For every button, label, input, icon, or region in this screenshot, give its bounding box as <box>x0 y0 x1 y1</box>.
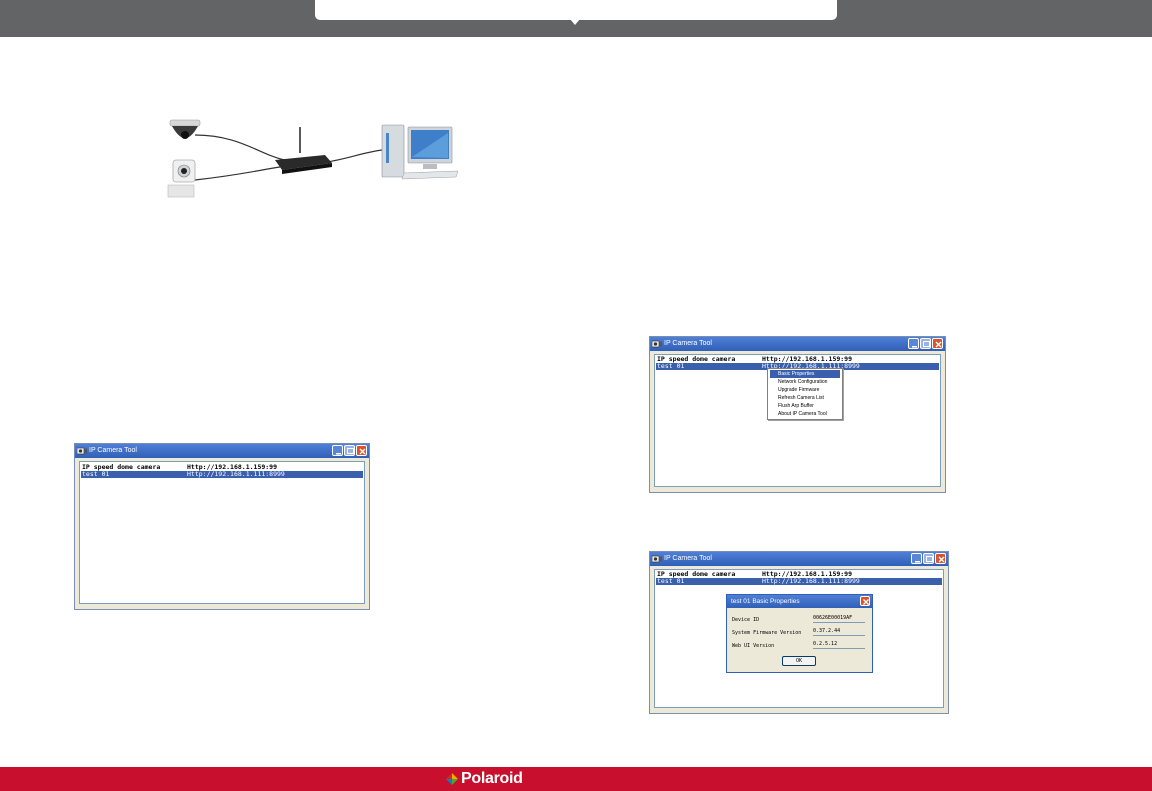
menu-item-network-configuration[interactable]: Network Configuration <box>770 378 840 386</box>
dialog-title: test 01 Basic Properties <box>727 595 872 608</box>
menu-item-flush-arp-buffer[interactable]: Flush Arp Buffer <box>770 402 840 410</box>
camera-row-selected[interactable]: test 01 Http://192.168.1.111:8999 <box>656 578 942 585</box>
webui-value: 0.2.5.12 <box>813 641 865 649</box>
ip-camera-tool-window-3: IP Camera Tool IP speed dome camera Http… <box>649 551 949 714</box>
camera-app-icon <box>77 447 87 455</box>
network-diagram <box>167 119 459 198</box>
minimize-icon[interactable] <box>332 445 343 456</box>
top-header-bar <box>0 0 1152 37</box>
context-menu: Basic Properties Network Configuration U… <box>767 368 843 420</box>
desktop-pc-icon <box>381 124 459 180</box>
brand-name: Polaroid <box>461 770 523 787</box>
close-icon[interactable] <box>932 338 943 349</box>
camera-app-icon <box>652 555 662 563</box>
window-titlebar: IP Camera Tool <box>75 444 369 458</box>
maximize-icon[interactable] <box>344 445 355 456</box>
camera-url: Http://192.168.1.111:8999 <box>187 470 285 478</box>
menu-item-refresh-camera-list[interactable]: Refresh Camera List <box>770 394 840 402</box>
device-id-value: 00626E00019AF <box>813 615 865 623</box>
close-icon[interactable] <box>356 445 367 456</box>
window-titlebar: IP Camera Tool <box>650 552 948 566</box>
bottom-brand-bar: Polaroid <box>0 767 1152 791</box>
window-title: IP Camera Tool <box>89 447 137 454</box>
camera-list: IP speed dome camera Http://192.168.1.15… <box>79 461 365 604</box>
device-id-label: Device ID <box>732 617 760 623</box>
camera-name: test 01 <box>657 577 685 585</box>
camera-row-selected[interactable]: test 01 Http://192.168.1.111:8999 <box>81 471 363 478</box>
cable-dome-to-router <box>194 134 286 161</box>
minimize-icon[interactable] <box>911 553 922 564</box>
menu-item-basic-properties[interactable]: Basic Properties <box>770 370 840 378</box>
camera-name: test 01 <box>657 362 685 370</box>
camera-name: test 01 <box>82 470 110 478</box>
cube-camera-icon <box>167 159 196 198</box>
brand-logo: Polaroid <box>446 770 523 788</box>
router-icon <box>275 127 332 174</box>
menu-item-about[interactable]: About IP Camera Tool <box>770 410 840 418</box>
maximize-icon[interactable] <box>920 338 931 349</box>
firmware-value: 0.37.2.44 <box>813 628 865 636</box>
window-titlebar: IP Camera Tool <box>650 337 945 351</box>
minimize-icon[interactable] <box>908 338 919 349</box>
window-title: IP Camera Tool <box>664 555 712 562</box>
cable-cube-to-router <box>194 166 281 181</box>
camera-url: Http://192.168.1.111:8999 <box>762 577 860 585</box>
ip-camera-tool-window-2: IP Camera Tool IP speed dome camera Http… <box>649 336 946 493</box>
close-icon[interactable] <box>860 596 870 606</box>
firmware-label: System Firmware Version <box>732 630 802 636</box>
webui-label: Web UI Version <box>732 643 775 649</box>
ok-button[interactable]: OK <box>782 656 816 666</box>
dome-camera-icon <box>169 119 201 139</box>
maximize-icon[interactable] <box>923 553 934 564</box>
header-callout-pointer <box>570 19 580 25</box>
header-callout <box>315 0 837 20</box>
polaroid-logo-icon <box>446 773 458 785</box>
camera-app-icon <box>652 340 662 348</box>
ip-camera-tool-window-1: IP Camera Tool IP speed dome camera Http… <box>74 443 370 610</box>
menu-item-upgrade-firmware[interactable]: Upgrade Firmware <box>770 386 840 394</box>
basic-properties-dialog: test 01 Basic Properties Device ID 00626… <box>726 594 873 673</box>
close-icon[interactable] <box>935 553 946 564</box>
window-title: IP Camera Tool <box>664 340 712 347</box>
